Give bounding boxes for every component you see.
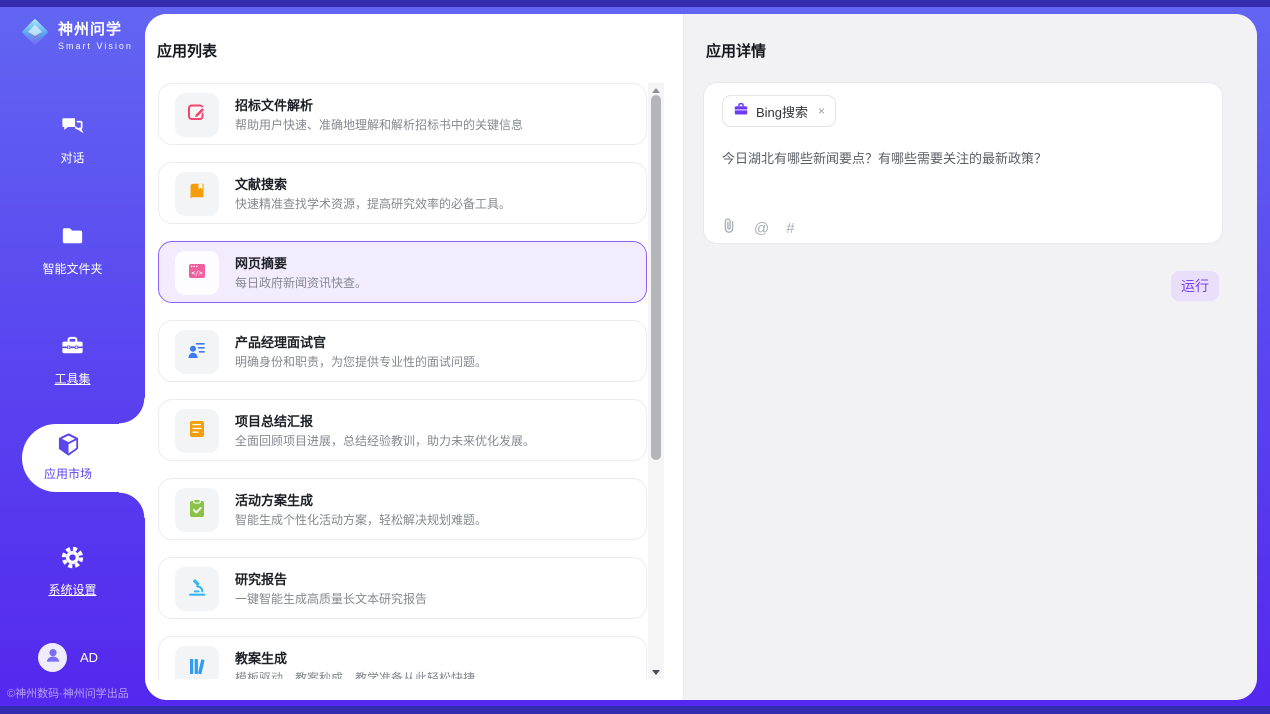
app-detail-pane: 应用详情 Bing搜索 × 今日湖北有哪些新闻要点？有哪些需要关注的最新政策？ (683, 14, 1257, 700)
microscope-icon (186, 576, 208, 603)
app-description: 帮助用户快速、准确地理解和解析招标书中的关键信息 (235, 116, 523, 133)
app-icon-tile (175, 488, 219, 532)
sidebar-item-label: 对话 (0, 149, 145, 166)
app-card-web-summary[interactable]: </> 网页摘要 每日政府新闻资讯快查。 (158, 241, 647, 303)
brand-subtitle: Smart Vision (58, 41, 133, 51)
user-name: AD (80, 650, 98, 665)
main-panel: 应用列表 招标文件解析 帮助用户快速、准确地理解和解析招标书中的关键信息 (145, 14, 1257, 700)
app-title: 项目总结汇报 (235, 411, 313, 430)
toolbox-icon (59, 347, 86, 364)
app-list-scrollbar[interactable] (648, 83, 664, 679)
app-card-pm-interviewer[interactable]: 产品经理面试官 明确身份和职责，为您提供专业性的面试问题。 (158, 320, 647, 382)
app-icon-tile (175, 567, 219, 611)
user-avatar-icon (42, 644, 64, 671)
clipboard-check-icon (186, 497, 208, 524)
gear-icon (59, 558, 86, 575)
prompt-input[interactable]: 今日湖北有哪些新闻要点？有哪些需要关注的最新政策？ (722, 149, 1204, 168)
app-title: 招标文件解析 (235, 95, 313, 114)
brand-logo: 神州问学 Smart Vision (20, 17, 133, 52)
prompt-card: Bing搜索 × 今日湖北有哪些新闻要点？有哪些需要关注的最新政策？ @ # (703, 82, 1223, 244)
books-icon (186, 655, 208, 680)
app-icon-tile (175, 330, 219, 374)
app-card-event-plan[interactable]: 活动方案生成 智能生成个性化活动方案，轻松解决规划难题。 (158, 478, 647, 540)
sidebar-item-label: 工具集 (0, 370, 145, 387)
app-icon-tile (175, 409, 219, 453)
app-description: 每日政府新闻资讯快查。 (235, 274, 367, 291)
sidebar-item-settings[interactable]: 系统设置 (0, 544, 145, 598)
diamond-logo-icon (20, 17, 50, 52)
sidebar-item-label: 智能文件夹 (0, 260, 145, 277)
copyright: ©神州数码·神州问学出品 (7, 685, 129, 701)
app-list-pane: 应用列表 招标文件解析 帮助用户快速、准确地理解和解析招标书中的关键信息 (145, 14, 683, 700)
app-icon-tile (175, 172, 219, 216)
paperclip-icon[interactable] (721, 217, 737, 240)
sidebar-item-label: 应用市场 (22, 465, 114, 482)
app-title: 教案生成 (235, 648, 287, 667)
svg-text:</>: </> (191, 270, 202, 277)
mention-icon[interactable]: @ (754, 220, 769, 237)
app-icon-tile (175, 646, 219, 679)
sidebar-item-chat[interactable]: 对话 (0, 112, 145, 166)
app-title: 网页摘要 (235, 253, 287, 272)
sidebar-item-label: 系统设置 (0, 581, 145, 598)
avatar (38, 643, 67, 672)
scrollbar-thumb[interactable] (651, 95, 661, 460)
interviewer-icon (186, 339, 208, 366)
attachment-toolbar: @ # (721, 217, 795, 240)
cube-icon (55, 445, 82, 462)
app-card-research-report[interactable]: 研究报告 一键智能生成高质量长文本研究报告 (158, 557, 647, 619)
web-code-icon: </> (186, 260, 208, 287)
app-title: 研究报告 (235, 569, 287, 588)
app-title: 活动方案生成 (235, 490, 313, 509)
app-title: 产品经理面试官 (235, 332, 326, 351)
close-icon[interactable]: × (818, 104, 825, 118)
chat-icon (59, 126, 86, 143)
app-icon-tile (175, 93, 219, 137)
app-description: 明确身份和职责，为您提供专业性的面试问题。 (235, 353, 487, 370)
app-description: 全面回顾项目进展，总结经验教训，助力未来优化发展。 (235, 432, 535, 449)
app-detail-title: 应用详情 (706, 40, 766, 61)
sidebar-item-app-market[interactable]: 应用市场 (22, 424, 145, 492)
app-description: 快速精准查找学术资源，提高研究效率的必备工具。 (235, 195, 511, 212)
tool-tag-bing-search[interactable]: Bing搜索 × (722, 95, 836, 127)
sidebar: 神州问学 Smart Vision 对话 智能文件夹 (0, 7, 145, 706)
app-card-literature-search[interactable]: 文献搜索 快速精准查找学术资源，提高研究效率的必备工具。 (158, 162, 647, 224)
tool-tag-label: Bing搜索 (756, 102, 808, 121)
hash-icon[interactable]: # (786, 220, 794, 237)
app-description: 智能生成个性化活动方案，轻松解决规划难题。 (235, 511, 487, 528)
app-card-project-summary[interactable]: 项目总结汇报 全面回顾项目进展，总结经验教训，助力未来优化发展。 (158, 399, 647, 461)
app-description: 一键智能生成高质量长文本研究报告 (235, 590, 427, 607)
folder-icon (59, 237, 86, 254)
app-card-lesson-plan[interactable]: 教案生成 模板驱动，教案秒成，教学准备从此轻松快捷 (158, 636, 647, 679)
book-icon (186, 181, 208, 208)
sidebar-item-toolset[interactable]: 工具集 (0, 333, 145, 387)
scroll-down-button[interactable] (648, 665, 664, 679)
app-title: 文献搜索 (235, 174, 287, 193)
app-card-bid-analysis[interactable]: 招标文件解析 帮助用户快速、准确地理解和解析招标书中的关键信息 (158, 83, 647, 145)
run-button[interactable]: 运行 (1171, 271, 1219, 301)
scroll-up-icon (652, 88, 660, 93)
scroll-down-icon (652, 670, 660, 675)
brand-name: 神州问学 (58, 21, 122, 38)
app-icon-tile: </> (175, 251, 219, 295)
briefcase-icon (733, 101, 749, 122)
app-description: 模板驱动，教案秒成，教学准备从此轻松快捷 (235, 669, 475, 679)
user-account[interactable]: AD (38, 643, 98, 672)
sidebar-item-smart-folder[interactable]: 智能文件夹 (0, 223, 145, 277)
document-edit-icon (186, 102, 208, 129)
app-list-title: 应用列表 (157, 40, 217, 61)
app-list: 招标文件解析 帮助用户快速、准确地理解和解析招标书中的关键信息 文献搜索 快速 (145, 83, 648, 679)
report-note-icon (186, 418, 208, 445)
